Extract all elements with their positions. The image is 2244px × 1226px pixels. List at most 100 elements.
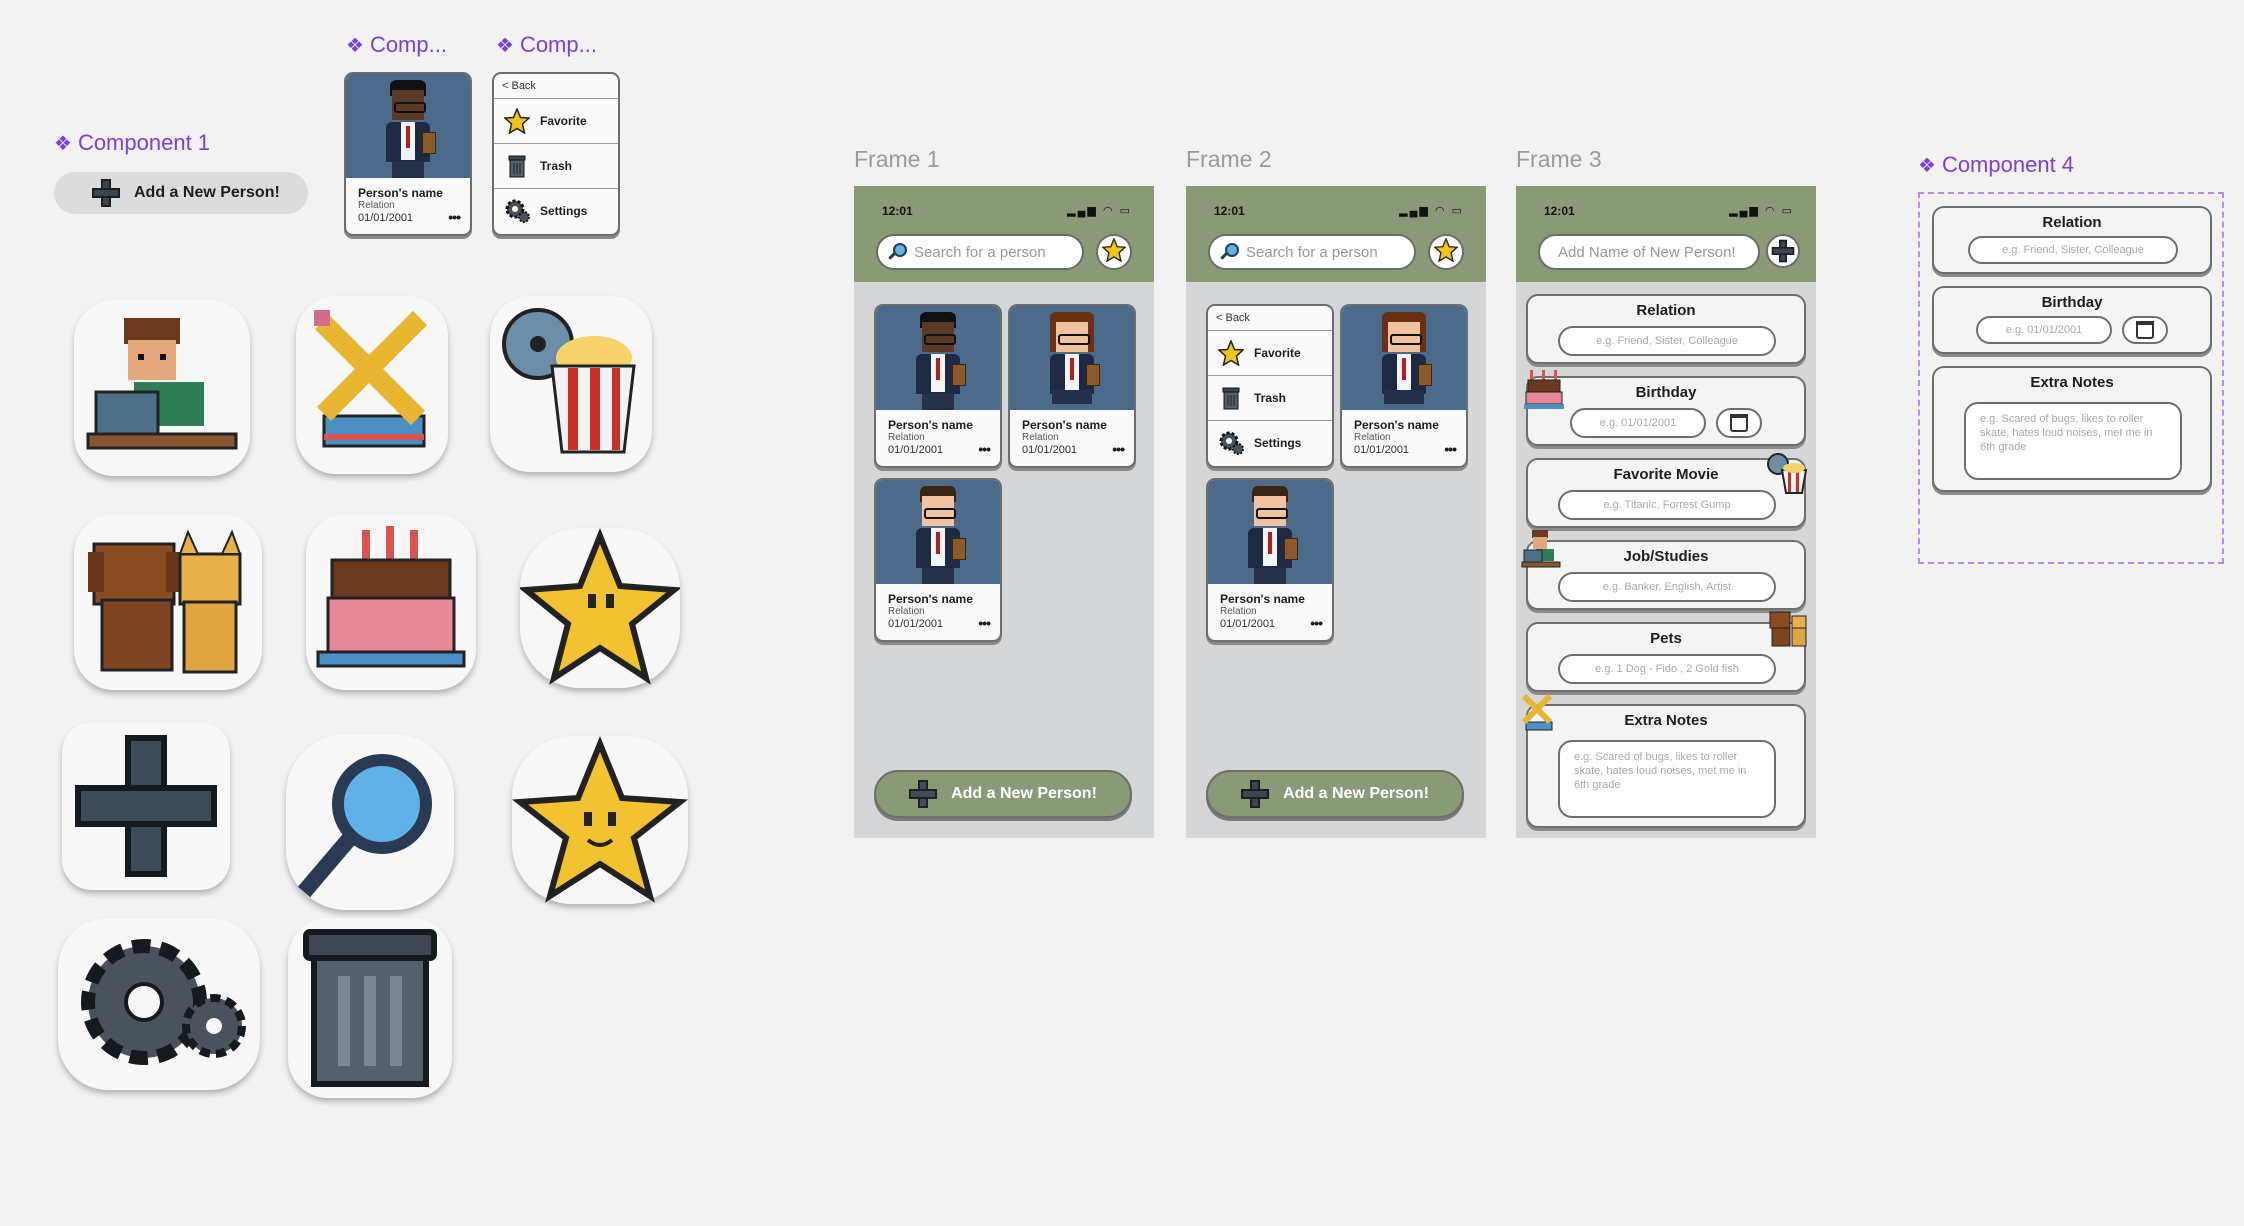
menu-item-settings[interactable]: Settings bbox=[1208, 421, 1332, 465]
trash-icon bbox=[504, 153, 530, 179]
more-options-icon[interactable]: ••• bbox=[448, 209, 461, 225]
extra-notes-card: Extra Notes e.g. Scared of bugs, likes t… bbox=[1932, 366, 2212, 492]
add-new-person-button[interactable]: Add a New Person! bbox=[54, 172, 308, 214]
star-icon bbox=[504, 108, 530, 134]
search-input[interactable]: Search for a person bbox=[1208, 234, 1416, 270]
status-time: 12:01 bbox=[1544, 204, 1575, 218]
pixel-person-icon bbox=[908, 486, 968, 584]
pixel-person-icon bbox=[1042, 312, 1102, 410]
component-diamond-icon: ❖ bbox=[496, 34, 514, 57]
person-relation: Relation bbox=[1220, 606, 1257, 617]
frame2-label: Frame 2 bbox=[1186, 146, 1272, 172]
birthday-input[interactable]: e.g. 01/01/2001 bbox=[1976, 316, 2112, 344]
film-popcorn-icon bbox=[490, 296, 652, 472]
person-card[interactable]: Person's name Relation 01/01/2001 ••• bbox=[874, 478, 1002, 642]
add-new-person-button[interactable]: Add a New Person! bbox=[874, 770, 1132, 818]
person-date: 01/01/2001 bbox=[358, 212, 414, 224]
person-laptop-icon bbox=[74, 300, 250, 476]
gear-icon bbox=[1218, 430, 1244, 456]
component4-label: ❖ Component 4 bbox=[1918, 152, 2075, 177]
person-date: 01/01/2001 bbox=[888, 444, 944, 456]
person-name: Person's name bbox=[1022, 418, 1107, 432]
component-diamond-icon: ❖ bbox=[1918, 154, 1936, 177]
add-person-plus-button[interactable] bbox=[1766, 234, 1800, 268]
component-diamond-icon: ❖ bbox=[346, 34, 364, 57]
search-input[interactable]: Search for a person bbox=[876, 234, 1084, 270]
job-studies-input[interactable]: e.g. Banker, English, Artist bbox=[1558, 572, 1776, 602]
person-photo bbox=[346, 74, 470, 178]
status-icons: ▂▄▆ ◠ ▭ bbox=[1729, 205, 1794, 217]
calendar-button[interactable] bbox=[1716, 408, 1762, 438]
component2-label: ❖ Comp... bbox=[346, 32, 447, 57]
top-bar: 12:01 ▂▄▆ ◠ ▭ Add Name of New Person! bbox=[1516, 186, 1816, 282]
frame3-phone: 12:01 ▂▄▆ ◠ ▭ Add Name of New Person! Re… bbox=[1516, 186, 1816, 838]
pencil-ruler-icon bbox=[1520, 692, 1556, 741]
birthday-card: Birthday e.g. 01/01/2001 bbox=[1932, 286, 2212, 354]
pets-input[interactable]: e.g. 1 Dog - Fido , 2 Gold fish bbox=[1558, 654, 1776, 684]
person-date: 01/01/2001 bbox=[1354, 444, 1410, 456]
search-icon bbox=[1220, 243, 1239, 261]
extra-notes-input[interactable]: e.g. Scared of bugs, likes to roller ska… bbox=[1964, 402, 2182, 480]
more-options-icon[interactable]: ••• bbox=[978, 615, 991, 631]
person-name: Person's name bbox=[358, 186, 443, 200]
pixel-person-icon bbox=[908, 312, 968, 410]
gear-icon bbox=[58, 918, 260, 1090]
plus-icon bbox=[1241, 780, 1270, 808]
person-name: Person's name bbox=[888, 418, 973, 432]
favorites-star-button[interactable] bbox=[1096, 234, 1132, 270]
frame2-phone: 12:01 ▂▄▆ ◠ ▭ Search for a person < Back… bbox=[1186, 186, 1486, 838]
more-options-icon[interactable]: ••• bbox=[978, 441, 991, 457]
status-time: 12:01 bbox=[1214, 204, 1245, 218]
person-card[interactable]: Person's name Relation 01/01/2001 ••• bbox=[874, 304, 1002, 468]
plus-icon bbox=[1771, 239, 1795, 263]
back-button[interactable]: < Back bbox=[494, 74, 618, 99]
person-card[interactable]: Person's name Relation 01/01/2001 ••• bbox=[1340, 304, 1468, 468]
person-name: Person's name bbox=[1354, 418, 1439, 432]
job-studies-card: Job/Studies e.g. Banker, English, Artist bbox=[1526, 540, 1806, 610]
component3-label: ❖ Comp... bbox=[496, 32, 597, 57]
favorite-movie-card: Favorite Movie e.g. Titanic, Forrest Gum… bbox=[1526, 458, 1806, 528]
birthday-input[interactable]: e.g. 01/01/2001 bbox=[1570, 408, 1706, 438]
trash-icon bbox=[288, 918, 452, 1098]
new-person-name-input[interactable]: Add Name of New Person! bbox=[1538, 234, 1760, 270]
component4-container: Relation e.g. Friend, Sister, Colleague … bbox=[1918, 192, 2224, 564]
status-icons: ▂▄▆ ◠ ▭ bbox=[1067, 205, 1132, 217]
menu-item-trash[interactable]: Trash bbox=[494, 144, 618, 189]
person-card[interactable]: Person's name Relation 01/01/2001 ••• bbox=[344, 72, 472, 236]
menu-item-settings[interactable]: Settings bbox=[494, 189, 618, 233]
top-bar: 12:01 ▂▄▆ ◠ ▭ Search for a person bbox=[1186, 186, 1486, 282]
side-menu: < Back Favorite Trash Settings bbox=[1206, 304, 1334, 468]
person-card[interactable]: Person's name Relation 01/01/2001 ••• bbox=[1206, 478, 1334, 642]
favorites-star-button[interactable] bbox=[1428, 234, 1464, 270]
component-diamond-icon: ❖ bbox=[54, 132, 72, 155]
plus-icon bbox=[92, 179, 120, 207]
person-relation: Relation bbox=[358, 200, 395, 211]
relation-input[interactable]: e.g. Friend, Sister, Colleague bbox=[1558, 326, 1776, 356]
pixel-person-icon bbox=[378, 80, 438, 178]
person-date: 01/01/2001 bbox=[1022, 444, 1078, 456]
birthday-cake-icon bbox=[1524, 368, 1564, 415]
frame1-label: Frame 1 bbox=[854, 146, 940, 172]
menu-item-trash[interactable]: Trash bbox=[1208, 376, 1332, 421]
menu-item-favorite[interactable]: Favorite bbox=[1208, 331, 1332, 376]
back-button[interactable]: < Back bbox=[1208, 306, 1332, 331]
menu-item-favorite[interactable]: Favorite bbox=[494, 99, 618, 144]
magnifier-icon bbox=[286, 734, 454, 910]
plus-icon bbox=[62, 722, 230, 890]
person-date: 01/01/2001 bbox=[1220, 618, 1276, 630]
more-options-icon[interactable]: ••• bbox=[1310, 615, 1323, 631]
person-relation: Relation bbox=[888, 432, 925, 443]
add-new-person-button[interactable]: Add a New Person! bbox=[1206, 770, 1464, 818]
favorite-movie-input[interactable]: e.g. Titanic, Forrest Gump bbox=[1558, 490, 1776, 520]
person-card[interactable]: Person's name Relation 01/01/2001 ••• bbox=[1008, 304, 1136, 468]
pets-card: Pets e.g. 1 Dog - Fido , 2 Gold fish bbox=[1526, 622, 1806, 692]
birthday-card: Birthday e.g. 01/01/2001 bbox=[1526, 376, 1806, 446]
calendar-button[interactable] bbox=[2122, 316, 2168, 344]
pixel-person-icon bbox=[1240, 486, 1300, 584]
extra-notes-input[interactable]: e.g. Scared of bugs, likes to roller ska… bbox=[1558, 740, 1776, 818]
relation-input[interactable]: e.g. Friend, Sister, Colleague bbox=[1968, 236, 2178, 264]
more-options-icon[interactable]: ••• bbox=[1112, 441, 1125, 457]
star-icon bbox=[1217, 339, 1245, 367]
film-popcorn-icon bbox=[1766, 452, 1808, 499]
more-options-icon[interactable]: ••• bbox=[1444, 441, 1457, 457]
